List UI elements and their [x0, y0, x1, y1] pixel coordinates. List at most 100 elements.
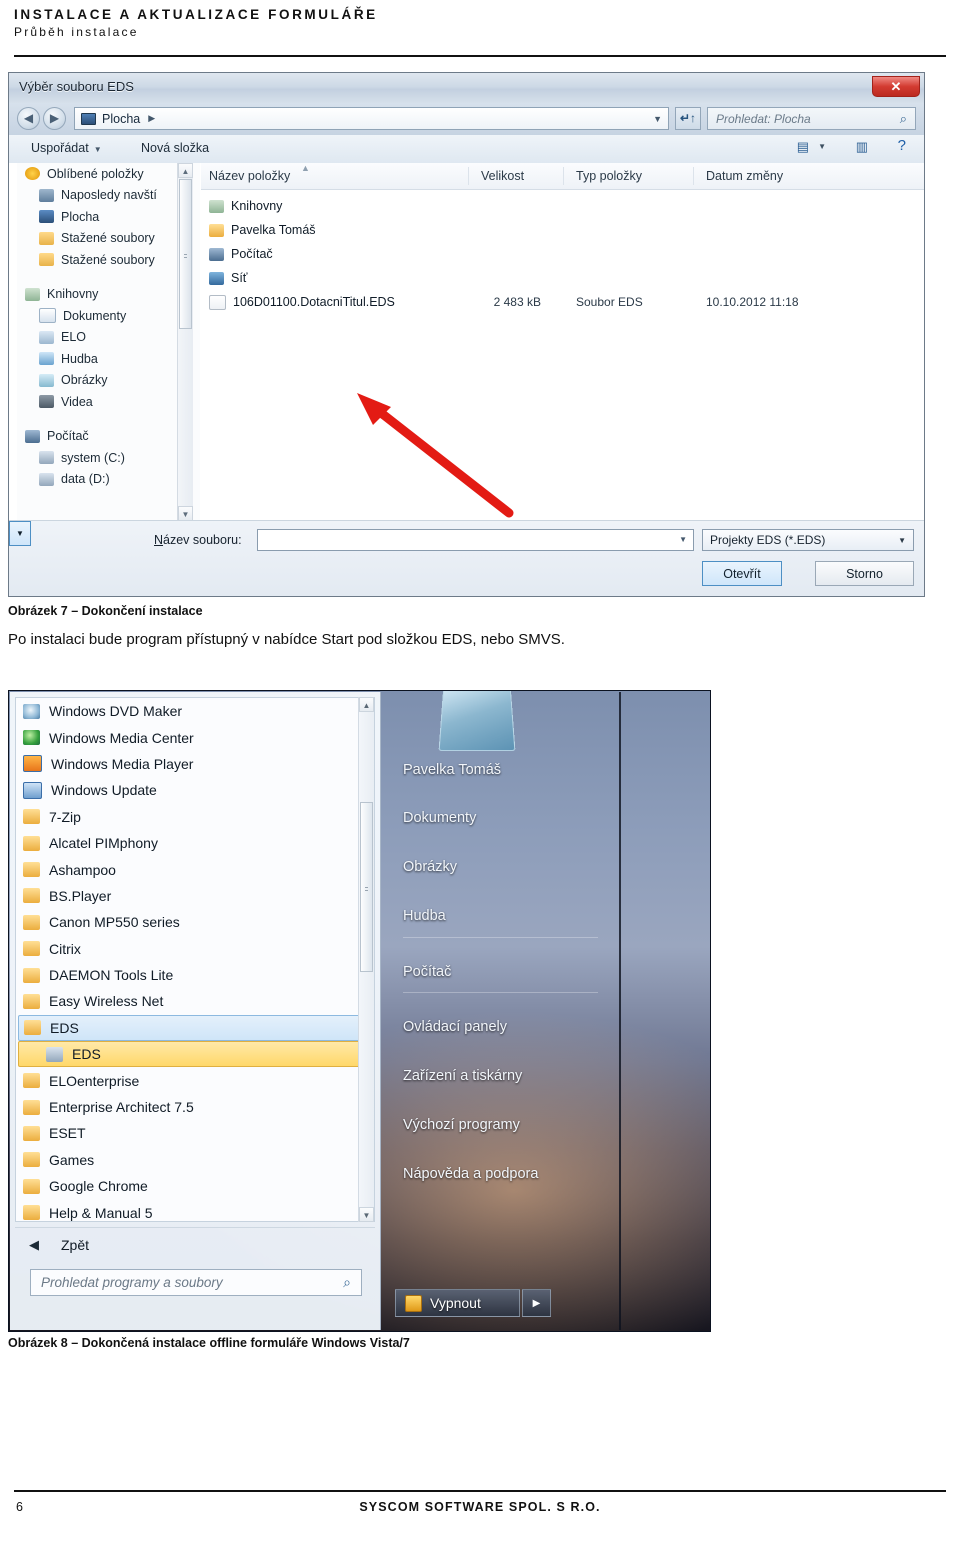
new-folder-button[interactable]: Nová složka	[141, 141, 209, 155]
sidebar-item-obl-ben-polo-ky[interactable]: Oblíbené položky	[17, 163, 200, 185]
start-menu-item-7-zip[interactable]: 7-Zip	[16, 804, 374, 830]
sidebar-item-knihovny[interactable]: Knihovny	[17, 284, 200, 306]
column-headers[interactable]: Název položky Velikost Typ položky Datum zm…	[201, 163, 924, 190]
back-button[interactable]: ◀	[17, 107, 40, 130]
scroll-down-icon[interactable]: ▼	[359, 1207, 374, 1222]
start-menu-item-windows-dvd-maker[interactable]: Windows DVD Maker	[16, 698, 374, 724]
sidebar-item-po-ta[interactable]: Počítač	[17, 426, 200, 448]
close-icon[interactable]: ✕	[872, 76, 920, 97]
start-menu-item-windows-update[interactable]: Windows Update	[16, 777, 374, 803]
start-menu-right-item-pavelka-tom[interactable]: Pavelka Tomáš	[403, 762, 501, 778]
table-row[interactable]: Síť	[209, 267, 924, 289]
start-menu-right-item-v-choz-programy[interactable]: Výchozí programy	[403, 1117, 520, 1133]
scrollbar-thumb[interactable]	[179, 179, 192, 329]
sidebar-item-videa[interactable]: Videa	[17, 391, 200, 413]
shutdown-button[interactable]: Vypnout	[395, 1289, 520, 1317]
chevron-down-icon: ▼	[93, 145, 102, 154]
chevron-down-icon[interactable]: ▼	[818, 142, 826, 151]
chevron-down-icon[interactable]: ▼	[679, 535, 687, 544]
sidebar-item-system-c[interactable]: system (C:)	[17, 447, 200, 469]
sidebar-item-obr-zky[interactable]: Obrázky	[17, 370, 200, 392]
start-menu-item-ashampoo[interactable]: Ashampoo	[16, 856, 374, 882]
sidebar-item-label: ELO	[61, 330, 87, 345]
chevron-down-icon[interactable]: ▼	[653, 114, 662, 124]
search-input[interactable]: Prohledat: Plocha ⌕	[707, 107, 916, 130]
start-menu-item-help-manual-5[interactable]: Help & Manual 5	[16, 1199, 374, 1221]
start-menu-item-daemon-tools-lite[interactable]: DAEMON Tools Lite	[16, 962, 374, 988]
forward-button[interactable]: ▶	[43, 107, 66, 130]
open-split-caret-icon[interactable]: ▼	[9, 521, 31, 546]
start-menu-item-easy-wireless-net[interactable]: Easy Wireless Net	[16, 988, 374, 1014]
shield-icon	[405, 1294, 422, 1312]
open-button[interactable]: Otevřít	[702, 561, 782, 586]
start-menu-right-item-obr-zky[interactable]: Obrázky	[403, 859, 457, 875]
sidebar-item-naposledy-nav-t[interactable]: Naposledy navští	[17, 185, 200, 207]
sidebar-item-data-d[interactable]: data (D:)	[17, 469, 200, 491]
organize-button[interactable]: Uspořádat ▼	[31, 141, 102, 155]
folder-icon	[23, 809, 40, 825]
start-menu-item-windows-media-center[interactable]: Windows Media Center	[16, 724, 374, 750]
breadcrumb-item-plocha[interactable]: Plocha	[102, 112, 140, 126]
start-menu-item-google-chrome[interactable]: Google Chrome	[16, 1173, 374, 1199]
programs-scrollbar[interactable]: ▲ ▼	[358, 697, 374, 1222]
table-row[interactable]: Počítač	[209, 243, 924, 265]
table-row[interactable]: Knihovny	[209, 195, 924, 217]
start-menu-right-item-n-pov-da-a-podpora[interactable]: Nápověda a podpora	[403, 1166, 538, 1182]
table-row[interactable]: Pavelka Tomáš	[209, 219, 924, 241]
column-header-datum-zm-ny[interactable]: Datum změny	[706, 169, 783, 183]
back-button[interactable]: ◀ Zpět	[15, 1227, 375, 1261]
filename-input[interactable]: ▼	[257, 529, 694, 551]
start-menu-item-eds[interactable]: EDS	[18, 1041, 372, 1068]
start-menu-right-item-ovl-dac-panely[interactable]: Ovládací panely	[403, 1019, 507, 1035]
column-header-velikost[interactable]: Velikost	[481, 169, 524, 183]
folder-icon	[23, 941, 40, 957]
file-type-filter[interactable]: Projekty EDS (*.EDS) ▼	[702, 529, 914, 551]
sidebar-item-label: Stažené soubory	[61, 252, 155, 267]
file-list[interactable]: Název položky Velikost Typ položky Datum zm…	[201, 163, 924, 521]
scroll-down-icon[interactable]: ▼	[178, 506, 193, 521]
sidebar-item-sta-en-soubory[interactable]: Stažené soubory	[17, 228, 200, 250]
view-mode-icon[interactable]: ▤	[797, 139, 809, 155]
navigation-pane[interactable]: Oblíbené položky Naposledy navští Plocha St…	[17, 163, 200, 521]
start-menu-item-alcatel-pimphony[interactable]: Alcatel PIMphony	[16, 830, 374, 856]
start-menu-right-item-po-ta[interactable]: Počítač	[403, 964, 451, 980]
column-header-n-zev-polo-ky[interactable]: Název položky	[209, 169, 290, 183]
column-separator[interactable]	[468, 167, 469, 185]
start-search-input[interactable]: Prohledat programy a soubory ⌕	[30, 1269, 362, 1296]
start-menu-item-windows-media-player[interactable]: Windows Media Player	[16, 751, 374, 777]
table-row[interactable]: 106D01100.DotacniTitul.EDS 2 483 kB Soubor…	[209, 291, 924, 313]
start-menu-right-item-za-zen-a-tisk-rny[interactable]: Zařízení a tiskárny	[403, 1068, 522, 1084]
refresh-icon[interactable]: ↵↑	[675, 107, 701, 130]
help-icon[interactable]: ?	[898, 137, 906, 154]
sidebar-item-plocha[interactable]: Plocha	[17, 206, 200, 228]
start-menu-right-item-dokumenty[interactable]: Dokumenty	[403, 810, 476, 826]
start-menu-item-canon-mp550-series[interactable]: Canon MP550 series	[16, 909, 374, 935]
navigation-pane-scrollbar[interactable]: ▲ ▼	[177, 163, 193, 521]
start-menu-item-bs-player[interactable]: BS.Player	[16, 883, 374, 909]
scroll-up-icon[interactable]: ▲	[178, 163, 193, 178]
start-menu-item-eset[interactable]: ESET	[16, 1120, 374, 1146]
scroll-up-icon[interactable]: ▲	[359, 697, 374, 712]
start-menu-right-item-hudba[interactable]: Hudba	[403, 908, 446, 924]
shutdown-options-caret-icon[interactable]: ▶	[522, 1289, 551, 1317]
column-separator[interactable]	[693, 167, 694, 185]
column-header-typ-polo-ky[interactable]: Typ položky	[576, 169, 642, 183]
cancel-button[interactable]: Storno	[815, 561, 914, 586]
chevron-right-icon[interactable]: ▶	[148, 113, 155, 124]
sidebar-item-elo[interactable]: ELO	[17, 327, 200, 349]
start-menu-item-eds[interactable]: EDS	[18, 1014, 372, 1042]
scrollbar-thumb[interactable]	[360, 802, 373, 972]
breadcrumb[interactable]: Plocha ▶ ▼	[74, 107, 669, 130]
organize-label: Uspořádat	[31, 141, 89, 155]
user-avatar[interactable]	[438, 691, 516, 752]
start-menu-item-eloenterprise[interactable]: ELOenterprise	[16, 1067, 374, 1093]
all-programs-list[interactable]: Windows DVD Maker Windows Media Center Win…	[15, 697, 375, 1222]
sidebar-item-sta-en-soubory[interactable]: Stažené soubory	[17, 249, 200, 271]
start-menu-item-citrix[interactable]: Citrix	[16, 936, 374, 962]
preview-pane-icon[interactable]: ▥	[856, 139, 868, 155]
start-menu-item-games[interactable]: Games	[16, 1147, 374, 1173]
sidebar-item-hudba[interactable]: Hudba	[17, 348, 200, 370]
sidebar-item-dokumenty[interactable]: Dokumenty	[17, 305, 200, 327]
start-menu-item-enterprise-architect-7-5[interactable]: Enterprise Architect 7.5	[16, 1094, 374, 1120]
column-separator[interactable]	[563, 167, 564, 185]
